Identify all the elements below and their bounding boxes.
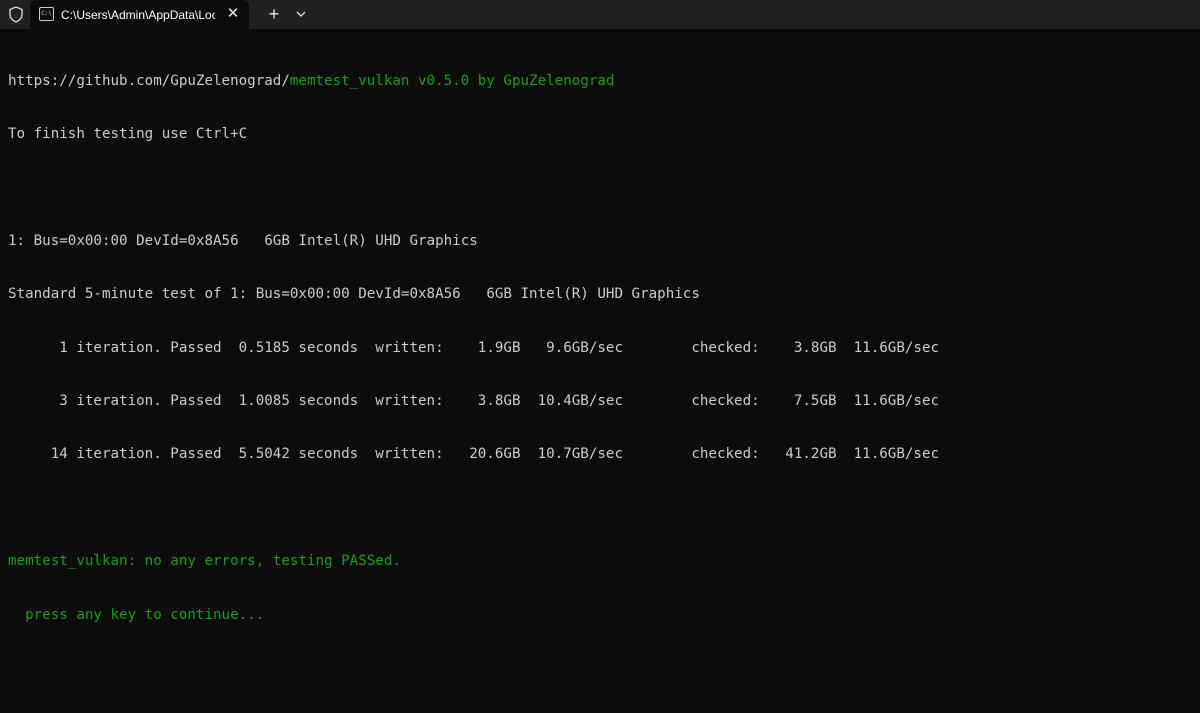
- device-line: 1: Bus=0x00:00 DevId=0x8A56 6GB Intel(R)…: [8, 232, 478, 249]
- iteration-line: 14 iteration. Passed 5.5042 seconds writ…: [8, 446, 940, 463]
- command-prompt-icon: C:\: [39, 7, 54, 21]
- terminal-tab[interactable]: C:\ C:\Users\Admin\AppData\Local\Temp\me…: [30, 0, 249, 29]
- version-text: memtest_vulkan v0.5.0 by GpuZelenograd: [289, 72, 615, 89]
- iteration-line: 3 iteration. Passed 1.0085 seconds writt…: [8, 392, 940, 409]
- iteration-line: 1 iteration. Passed 0.5185 seconds writt…: [8, 339, 940, 356]
- github-url-line: https://github.com/GpuZelenograd/memtest…: [8, 73, 1192, 91]
- continue-prompt-line: press any key to continue...: [8, 606, 265, 623]
- close-tab-button[interactable]: ✕: [224, 5, 242, 23]
- github-url-prefix: https://github.com/GpuZelenograd/: [8, 72, 290, 89]
- standard-test-line: Standard 5-minute test of 1: Bus=0x00:00…: [8, 286, 700, 303]
- chevron-down-icon[interactable]: [292, 5, 310, 23]
- shield-icon[interactable]: [8, 6, 24, 23]
- finish-instruction: To finish testing use Ctrl+C: [8, 125, 248, 142]
- new-tab-button[interactable]: +: [264, 4, 284, 24]
- title-bar: C:\ C:\Users\Admin\AppData\Local\Temp\me…: [0, 0, 1200, 29]
- test-result-line: memtest_vulkan: no any errors, testing P…: [8, 553, 401, 570]
- terminal-output[interactable]: https://github.com/GpuZelenograd/memtest…: [8, 37, 1192, 707]
- tab-title: C:\Users\Admin\AppData\Local\Temp\memtes…: [61, 8, 215, 22]
